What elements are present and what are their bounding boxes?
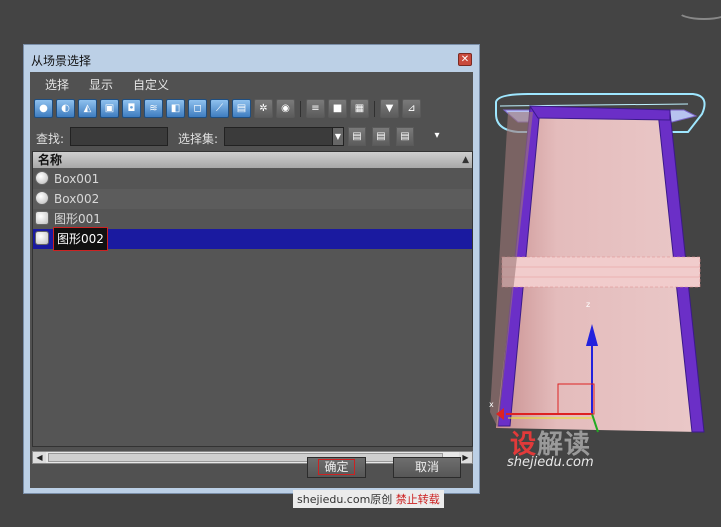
- menu-select[interactable]: 选择: [45, 76, 69, 93]
- filter-options-icon[interactable]: ⊿: [402, 99, 421, 118]
- spacewarp-filter-icon[interactable]: ≋: [144, 99, 163, 118]
- xref-filter-icon[interactable]: ◻: [188, 99, 207, 118]
- ok-button-label: 确定: [318, 459, 355, 475]
- column-header-name[interactable]: 名称 ▲: [33, 152, 472, 168]
- list-item-name: Box001: [54, 172, 100, 186]
- find-input[interactable]: [70, 127, 168, 146]
- search-row: 查找: 选择集: ▼ ▤ ▤ ▤ ▾: [30, 125, 473, 149]
- sort-indicator-icon: ▲: [462, 155, 469, 165]
- scroll-left-icon[interactable]: ◀: [33, 452, 46, 463]
- shape-icon: [35, 211, 49, 225]
- find-next-icon[interactable]: ▤: [348, 127, 366, 146]
- hidden-filter-icon[interactable]: ◉: [276, 99, 295, 118]
- geometry-icon: [35, 191, 49, 205]
- dialog-title: 从场景选择: [31, 54, 92, 68]
- x-axis-label: x: [489, 400, 494, 409]
- geometry-icon: [35, 171, 49, 185]
- list-item-name: 图形001: [54, 212, 101, 226]
- filter-icon[interactable]: ▼: [380, 99, 399, 118]
- chevron-down-icon[interactable]: ▼: [332, 127, 344, 146]
- list-item[interactable]: 图形001: [33, 209, 472, 229]
- select-all-icon[interactable]: ■: [328, 99, 347, 118]
- copyright-site: shejiedu.com原创: [297, 493, 393, 506]
- list-display-icon[interactable]: ≡: [306, 99, 325, 118]
- stool-model[interactable]: [488, 92, 716, 442]
- filter-toolbar: ● ◐ ◭ ▣ ◘ ≋ ◧ ◻ ⟋ ▤ ✲ ◉ ≡ ■ ▦ ▼ ⊿: [32, 98, 471, 122]
- list-item[interactable]: Box001: [33, 169, 472, 189]
- helper-filter-icon[interactable]: ◘: [122, 99, 141, 118]
- camera-filter-icon[interactable]: ▣: [100, 99, 119, 118]
- light-filter-icon[interactable]: ◭: [78, 99, 97, 118]
- list-item-selected[interactable]: 图形002: [33, 227, 472, 251]
- copyright-note: shejiedu.com原创 禁止转载: [293, 490, 444, 508]
- close-button[interactable]: ✕: [458, 53, 472, 66]
- geometry-filter-icon[interactable]: ●: [34, 99, 53, 118]
- menu-bar: 选择 显示 自定义: [30, 72, 473, 95]
- selection-set-label: 选择集:: [178, 132, 219, 146]
- selection-set-combo[interactable]: [224, 127, 344, 146]
- find-prev-icon[interactable]: ▤: [372, 127, 390, 146]
- watermark-url-2: shejiedu.com: [507, 455, 594, 470]
- shape-icon: [35, 231, 49, 245]
- options-dropdown-icon[interactable]: ▾: [428, 127, 446, 146]
- select-none-icon[interactable]: ▦: [350, 99, 369, 118]
- column-header-label: 名称: [38, 153, 63, 167]
- viewcube-ring[interactable]: [677, 2, 721, 20]
- scene-object-list[interactable]: 名称 ▲ Box001 Box002 图形001 图形002: [32, 151, 473, 447]
- frozen-filter-icon[interactable]: ✲: [254, 99, 273, 118]
- menu-display[interactable]: 显示: [89, 76, 113, 93]
- menu-customize[interactable]: 自定义: [133, 76, 169, 93]
- bone-filter-icon[interactable]: ⟋: [210, 99, 229, 118]
- list-item[interactable]: Box002: [33, 189, 472, 209]
- dialog-titlebar[interactable]: 从场景选择 ✕: [24, 45, 479, 73]
- find-case-icon[interactable]: ▤: [396, 127, 414, 146]
- list-item-name: Box002: [54, 192, 100, 206]
- cancel-button[interactable]: 取消: [393, 457, 461, 478]
- ok-button[interactable]: 确定: [307, 457, 366, 478]
- copyright-warning: 禁止转载: [395, 493, 440, 506]
- list-item-name: 图形002: [53, 227, 108, 251]
- container-filter-icon[interactable]: ▤: [232, 99, 251, 118]
- shape-filter-icon[interactable]: ◐: [56, 99, 75, 118]
- dialog-body: 选择 显示 自定义 ● ◐ ◭ ▣ ◘ ≋ ◧ ◻ ⟋ ▤ ✲ ◉ ≡ ■ ▦ …: [30, 72, 473, 488]
- group-filter-icon[interactable]: ◧: [166, 99, 185, 118]
- find-label: 查找:: [36, 132, 65, 146]
- select-from-scene-dialog: 从场景选择 ✕ 选择 显示 自定义 ● ◐ ◭ ▣ ◘ ≋ ◧ ◻ ⟋ ▤ ✲ …: [23, 44, 480, 494]
- z-axis-label: z: [586, 300, 591, 309]
- scroll-thumb[interactable]: [48, 453, 443, 462]
- toolbar-separator: [300, 101, 301, 117]
- toolbar-separator: [374, 101, 375, 117]
